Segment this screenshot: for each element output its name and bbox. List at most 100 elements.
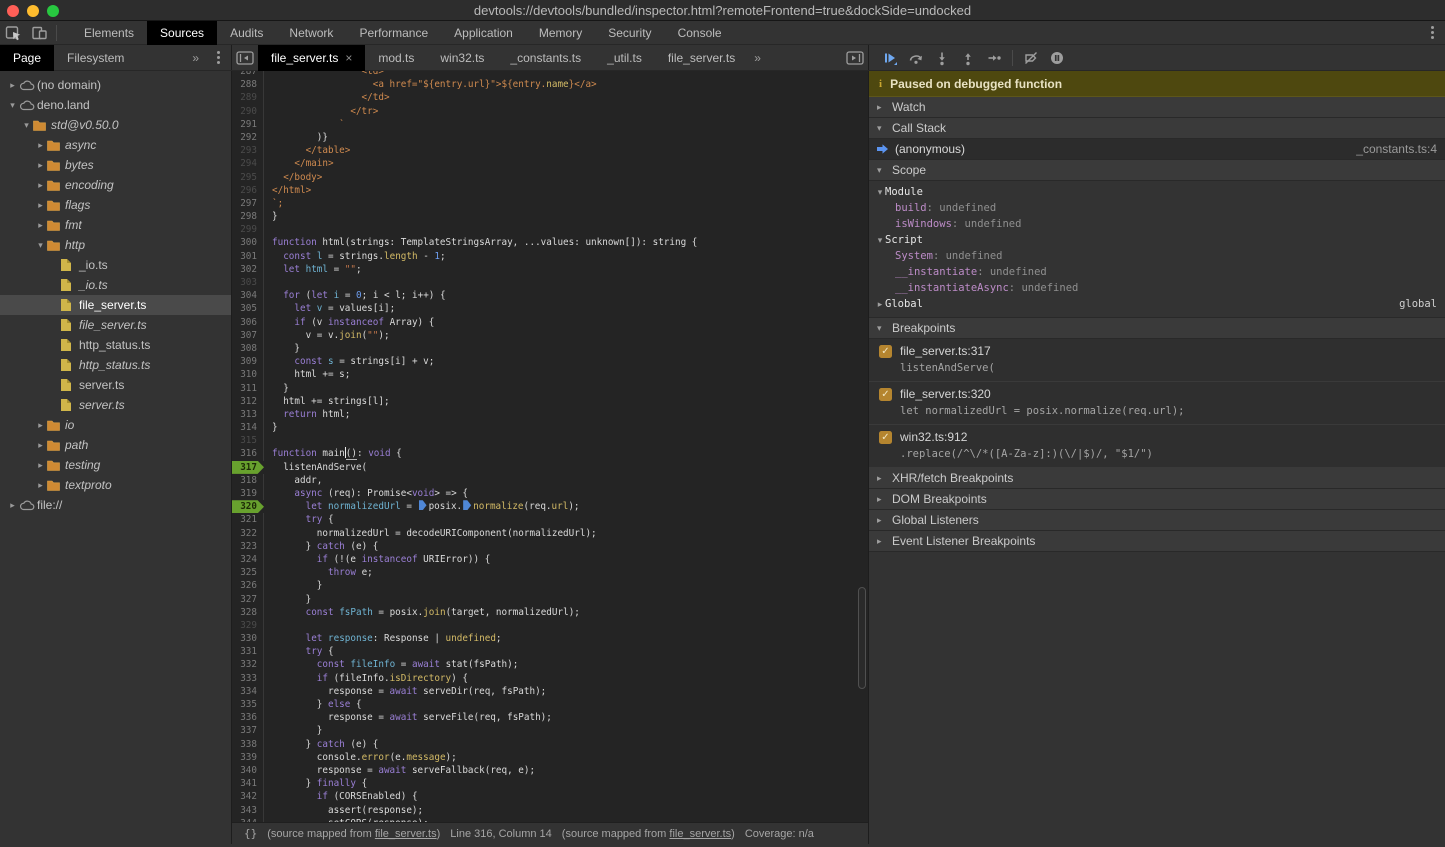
line-number[interactable]: 292: [232, 131, 264, 144]
code-line-text[interactable]: response = await serveDir(req, fsPath);: [264, 685, 546, 698]
line-number[interactable]: 323: [232, 540, 264, 553]
step-over-icon[interactable]: [903, 46, 929, 70]
line-number[interactable]: 298: [232, 210, 264, 223]
line-number[interactable]: 291: [232, 118, 264, 131]
code-line-text[interactable]: throw e;: [264, 566, 373, 579]
section-breakpoints[interactable]: ▾Breakpoints: [869, 318, 1445, 339]
line-number[interactable]: 328: [232, 606, 264, 619]
show-debugger-panel-icon[interactable]: [842, 46, 868, 70]
code-line[interactable]: 314}: [232, 421, 856, 434]
line-number[interactable]: 287: [232, 71, 264, 78]
line-number[interactable]: 312: [232, 395, 264, 408]
code-line[interactable]: 328 const fsPath = posix.join(target, no…: [232, 606, 856, 619]
code-line-text[interactable]: let v = values[i];: [264, 302, 395, 315]
tree-item-_io.ts[interactable]: _io.ts: [0, 255, 231, 275]
code-line-text[interactable]: <td>: [264, 71, 384, 78]
code-line-text[interactable]: if (fileInfo.isDirectory) {: [264, 672, 468, 685]
code-line[interactable]: 321 try {: [232, 513, 856, 526]
editor-tab-_util.ts[interactable]: _util.ts: [594, 45, 655, 71]
code-line[interactable]: 340 response = await serveFallback(req, …: [232, 764, 856, 777]
tab-application[interactable]: Application: [441, 21, 526, 45]
code-line-text[interactable]: html += strings[l];: [264, 395, 390, 408]
tab-elements[interactable]: Elements: [71, 21, 147, 45]
code-line[interactable]: 323 } catch (e) {: [232, 540, 856, 553]
tree-item-std@v0.50.0[interactable]: ▾std@v0.50.0: [0, 115, 231, 135]
editor-tab-file_server.ts[interactable]: file_server.ts: [655, 45, 748, 71]
chevron-right-icon[interactable]: ▸: [34, 220, 47, 231]
resume-icon[interactable]: [877, 46, 903, 70]
line-number[interactable]: 333: [232, 672, 264, 685]
scope-variable[interactable]: isWindows: undefined: [869, 216, 1445, 232]
line-number[interactable]: 329: [232, 619, 264, 632]
chevron-right-icon[interactable]: ▸: [34, 440, 47, 451]
breakpoint-entry[interactable]: ✓win32.ts:912.replace(/^\/*([A-Za-z]:)(\…: [869, 425, 1445, 468]
section-global-listeners[interactable]: ▸Global Listeners: [869, 510, 1445, 531]
code-line-text[interactable]: <a href="${entry.url}">${entry.name}</a>: [264, 78, 597, 91]
code-line[interactable]: 338 } catch (e) {: [232, 738, 856, 751]
code-line[interactable]: 311 }: [232, 382, 856, 395]
tab-audits[interactable]: Audits: [217, 21, 276, 45]
device-toolbar-icon[interactable]: [26, 21, 52, 45]
breakpoint-entry[interactable]: ✓file_server.ts:317listenAndServe(: [869, 339, 1445, 382]
code-line[interactable]: 304 for (let i = 0; i < l; i++) {: [232, 289, 856, 302]
code-line-text[interactable]: response = await serveFile(req, fsPath);: [264, 711, 552, 724]
chevron-right-icon[interactable]: ▸: [6, 80, 19, 91]
tree-item-encoding[interactable]: ▸encoding: [0, 175, 231, 195]
scrollbar-thumb[interactable]: [858, 587, 866, 689]
code-line-text[interactable]: console.error(e.message);: [264, 751, 457, 764]
section-watch[interactable]: ▸Watch: [869, 97, 1445, 118]
code-line-text[interactable]: try {: [264, 645, 334, 658]
continue-to-here-marker[interactable]: [419, 500, 427, 510]
code-line[interactable]: 316function main(): void {: [232, 447, 856, 460]
code-line[interactable]: 291 `: [232, 118, 856, 131]
code-line[interactable]: 341 } finally {: [232, 777, 856, 790]
tree-item-deno.land[interactable]: ▾deno.land: [0, 95, 231, 115]
breakpoint-checkbox[interactable]: ✓: [879, 345, 892, 358]
code-line-text[interactable]: }: [264, 342, 300, 355]
code-line[interactable]: 332 const fileInfo = await stat(fsPath);: [232, 658, 856, 671]
tree-item-http_status.ts[interactable]: http_status.ts: [0, 335, 231, 355]
code-line-text[interactable]: if (v instanceof Array) {: [264, 316, 434, 329]
code-line-text[interactable]: </table>: [264, 144, 350, 157]
tree-item-testing[interactable]: ▸testing: [0, 455, 231, 475]
navigator-tab-filesystem[interactable]: Filesystem: [54, 45, 137, 71]
code-line-text[interactable]: const fsPath = posix.join(target, normal…: [264, 606, 580, 619]
tree-item-fmt[interactable]: ▸fmt: [0, 215, 231, 235]
tree-item-http[interactable]: ▾http: [0, 235, 231, 255]
code-line[interactable]: 339 console.error(e.message);: [232, 751, 856, 764]
line-number[interactable]: 337: [232, 724, 264, 737]
code-line-text[interactable]: let normalizedUrl = posix.normalize(req.…: [264, 500, 580, 513]
code-line[interactable]: 337 }: [232, 724, 856, 737]
tree-item-async[interactable]: ▸async: [0, 135, 231, 155]
line-number[interactable]: 301: [232, 250, 264, 263]
navigator-more-tabs-icon[interactable]: »: [186, 51, 205, 65]
code-line-text[interactable]: </html>: [264, 184, 311, 197]
code-line-text[interactable]: }: [264, 724, 322, 737]
chevron-right-icon[interactable]: ▸: [6, 500, 19, 511]
main-menu-icon[interactable]: [1419, 21, 1445, 45]
line-number[interactable]: 331: [232, 645, 264, 658]
line-number[interactable]: 288: [232, 78, 264, 91]
tree-item-server.ts[interactable]: server.ts: [0, 375, 231, 395]
code-line[interactable]: 301 const l = strings.length - 1;: [232, 250, 856, 263]
line-number[interactable]: 322: [232, 527, 264, 540]
source-map-link[interactable]: file_server.ts: [375, 828, 437, 840]
chevron-down-icon[interactable]: ▾: [20, 120, 33, 131]
code-line[interactable]: 317 listenAndServe(: [232, 461, 856, 474]
code-line[interactable]: 308 }: [232, 342, 856, 355]
code-line-text[interactable]: listenAndServe(: [264, 461, 367, 474]
code-line[interactable]: 320 let normalizedUrl = posix.normalize(…: [232, 500, 856, 513]
breakpoint-checkbox[interactable]: ✓: [879, 431, 892, 444]
code-line-text[interactable]: const l = strings.length - 1;: [264, 250, 446, 263]
scope-variable[interactable]: build: undefined: [869, 200, 1445, 216]
step-icon[interactable]: [981, 46, 1007, 70]
chevron-right-icon[interactable]: ▸: [34, 180, 47, 191]
code-line-text[interactable]: function main(): void {: [264, 447, 402, 460]
tab-security[interactable]: Security: [595, 21, 664, 45]
code-line[interactable]: 319 async (req): Promise<void> => {: [232, 487, 856, 500]
code-line-text[interactable]: } finally {: [264, 777, 367, 790]
code-line[interactable]: 322 normalizedUrl = decodeURIComponent(n…: [232, 527, 856, 540]
code-line[interactable]: 318 addr,: [232, 474, 856, 487]
chevron-down-icon[interactable]: ▾: [34, 240, 47, 251]
code-line[interactable]: 292 )}: [232, 131, 856, 144]
